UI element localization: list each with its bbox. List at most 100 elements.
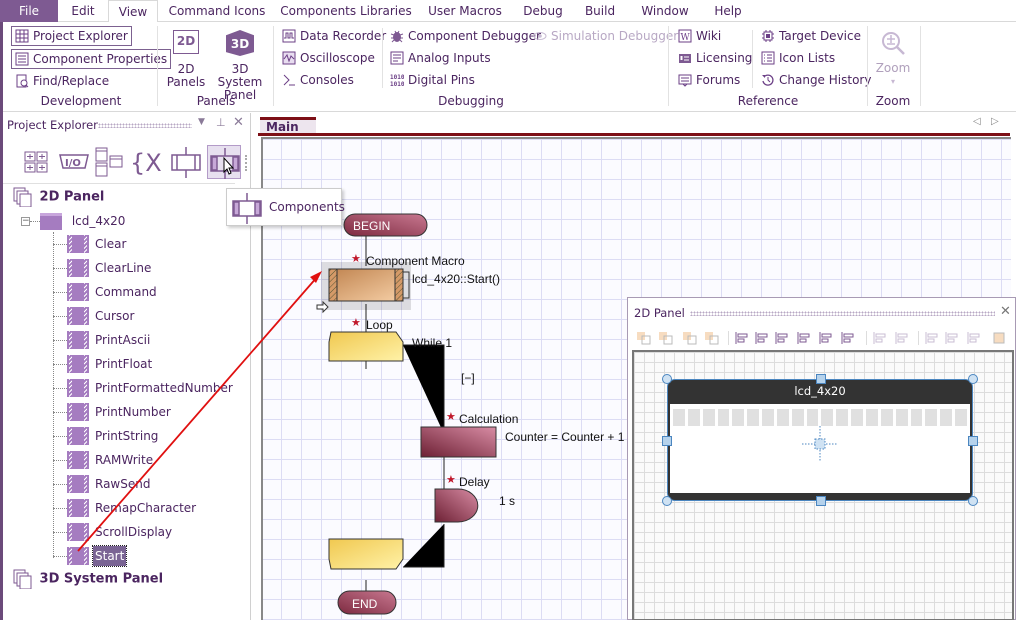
pin-icon[interactable]: ⊥: [216, 116, 226, 129]
bring-front-icon[interactable]: [636, 331, 652, 345]
wiki-button[interactable]: W Wiki: [675, 26, 724, 46]
menu-view[interactable]: View: [108, 0, 158, 23]
menu-edit[interactable]: Edit: [62, 0, 104, 22]
menu-file[interactable]: File: [0, 0, 58, 22]
center-icon[interactable]: [966, 331, 982, 345]
calculation-block[interactable]: [420, 426, 497, 458]
resize-handle[interactable]: [968, 436, 978, 446]
simulation-debugger-button[interactable]: Simulation Debugger: [530, 26, 681, 46]
component-debugger-label: Component Debugger: [408, 29, 541, 43]
oscilloscope-icon: [282, 51, 296, 65]
tree-connector: [53, 292, 67, 293]
lcd-character-cell: [762, 409, 774, 426]
find-replace-button[interactable]: Find/Replace: [12, 71, 112, 91]
resize-handle[interactable]: [662, 374, 672, 384]
forums-button[interactable]: Forums: [675, 70, 743, 90]
same-height-icon[interactable]: [944, 331, 960, 345]
tree-root-2d-panel[interactable]: 2D Panel: [13, 187, 105, 208]
macros-icon: [171, 147, 201, 178]
component-macro-label: Component Macro: [366, 254, 465, 268]
send-backward-icon[interactable]: [682, 331, 698, 345]
menu-user-macros[interactable]: User Macros: [424, 0, 506, 22]
same-width-icon[interactable]: [924, 331, 940, 345]
distribute-h-icon[interactable]: [872, 331, 888, 345]
group-icon[interactable]: [992, 331, 1008, 345]
tree-macro-label: RAMWrite: [95, 453, 154, 467]
align-left-icon[interactable]: [734, 331, 750, 345]
tree-component-lcd[interactable]: lcd_4x20: [40, 211, 125, 231]
panels-view-button[interactable]: [21, 145, 55, 179]
3d-system-panel-button[interactable]: 3D 3D System Panel: [210, 30, 270, 102]
lcd-component[interactable]: lcd_4x20: [667, 379, 973, 501]
align-middle-icon[interactable]: [818, 331, 834, 345]
menu-debug[interactable]: Debug: [518, 0, 568, 22]
variables-button[interactable]: {X}: [129, 145, 177, 179]
tree-macro-label: ClearLine: [95, 261, 152, 275]
panel-drag-grip[interactable]: [690, 311, 995, 316]
macro-icon: [67, 355, 89, 373]
licensing-button[interactable]: Licensing: [675, 48, 755, 68]
panel-drag-grip[interactable]: [98, 123, 192, 128]
align-center-icon[interactable]: [754, 331, 770, 345]
distribute-v-icon[interactable]: [894, 331, 910, 345]
loop-condition: While 1: [412, 336, 453, 350]
component-properties-button[interactable]: Component Properties: [11, 49, 172, 69]
resize-handle[interactable]: [968, 374, 978, 384]
tree-component-lcd-label: lcd_4x20: [71, 214, 126, 228]
io-button[interactable]: I/O: [57, 145, 91, 179]
project-explorer-button[interactable]: Project Explorer: [11, 26, 132, 46]
resize-handle[interactable]: [968, 496, 978, 506]
oscilloscope-button[interactable]: Oscilloscope: [279, 48, 378, 68]
tab-main-label: Main: [266, 120, 299, 134]
menu-command-icons[interactable]: Command Icons: [166, 0, 268, 22]
align-top-icon[interactable]: [796, 331, 812, 345]
folder-icon: [40, 213, 62, 230]
consoles-button[interactable]: Consoles: [279, 70, 357, 90]
component-macro-block[interactable]: [328, 268, 404, 302]
macros-button[interactable]: [169, 145, 203, 179]
menu-window[interactable]: Window: [636, 0, 694, 22]
menu-build[interactable]: Build: [580, 0, 620, 22]
resize-handle[interactable]: [816, 496, 826, 506]
tree-root-3d-system-panel[interactable]: 3D System Panel: [13, 569, 163, 590]
tab-scroll-left-icon[interactable]: ◁: [973, 116, 981, 127]
components-button[interactable]: [207, 145, 241, 179]
component-debugger-button[interactable]: Component Debugger: [387, 26, 544, 46]
menu-components-libraries[interactable]: Components Libraries: [280, 0, 412, 22]
zoom-button[interactable]: Zoom ▾: [870, 30, 916, 88]
resize-handle[interactable]: [662, 496, 672, 506]
windows-button[interactable]: [93, 145, 127, 179]
tree-connector: [53, 532, 67, 533]
2d-panels-button[interactable]: 2D 2D Panels: [164, 30, 208, 89]
chip-icon: [761, 29, 775, 43]
menu-help[interactable]: Help: [708, 0, 748, 22]
target-device-button[interactable]: Target Device: [758, 26, 864, 46]
tree-connector: [53, 232, 54, 558]
panel-menu-dropdown-icon[interactable]: ▼: [198, 117, 205, 127]
close-2d-panel-icon[interactable]: ✕: [1000, 304, 1011, 319]
close-panel-icon[interactable]: ✕: [233, 115, 244, 130]
loop-end-block[interactable]: [328, 538, 404, 570]
data-recorder-icon: [282, 29, 296, 43]
digital-pins-button[interactable]: 1010 1010 Digital Pins: [387, 70, 478, 90]
2d-panel-canvas[interactable]: lcd_4x20: [632, 350, 1014, 620]
icon-lists-button[interactable]: Icon Lists: [758, 48, 838, 68]
delay-block[interactable]: [434, 488, 479, 523]
lcd-title: lcd_4x20: [794, 384, 846, 398]
collapse-loop-toggle[interactable]: [−]: [461, 371, 475, 385]
send-back-icon[interactable]: [704, 331, 720, 345]
align-bottom-icon[interactable]: [840, 331, 856, 345]
change-history-button[interactable]: Change History: [758, 70, 874, 90]
align-right-icon[interactable]: [774, 331, 790, 345]
data-recorder-button[interactable]: Data Recorder: [279, 26, 389, 46]
ribbon-separator: [920, 26, 921, 106]
bring-forward-icon[interactable]: [658, 331, 674, 345]
tab-scroll-right-icon[interactable]: ▷: [991, 116, 999, 127]
resize-handle[interactable]: [816, 374, 826, 384]
tree-root-2d-panel-label: 2D Panel: [39, 189, 105, 205]
toolbar-overflow-grip[interactable]: [245, 155, 247, 171]
collapse-toggle-icon[interactable]: −: [21, 217, 30, 226]
loop-start-block[interactable]: [328, 331, 404, 362]
analog-inputs-button[interactable]: Analog Inputs: [387, 48, 494, 68]
resize-handle[interactable]: [662, 436, 672, 446]
